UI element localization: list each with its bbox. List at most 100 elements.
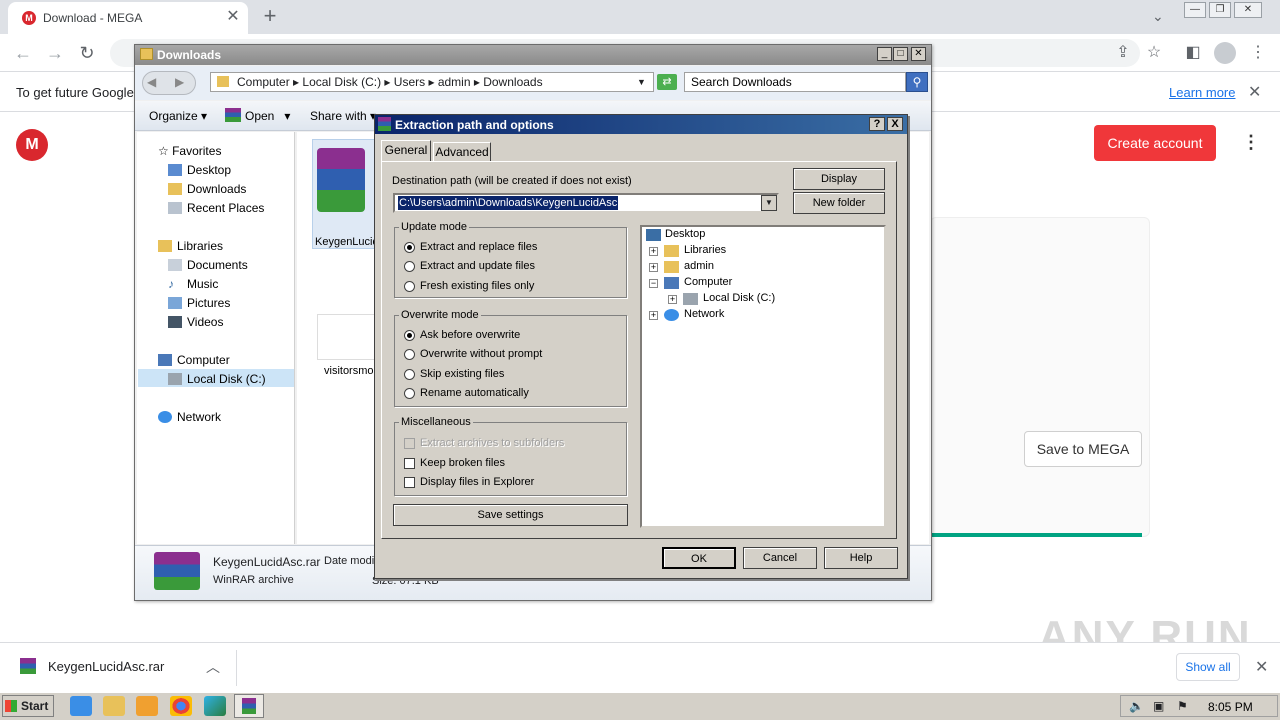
nav-desktop[interactable]: Desktop — [187, 163, 231, 177]
new-tab-button[interactable]: + — [259, 4, 281, 28]
nav-network[interactable]: Network — [177, 410, 221, 424]
tree-expand-icon[interactable]: + — [649, 247, 658, 256]
display-in-explorer-checkbox[interactable] — [404, 477, 415, 488]
tab-search-chevron-icon[interactable]: ⌄ — [1152, 8, 1164, 25]
nav-recent-places[interactable]: Recent Places — [187, 201, 264, 215]
breadcrumb-downloads[interactable]: Downloads — [483, 75, 542, 89]
file-name[interactable]: visitorsmo — [324, 365, 374, 377]
update-mode-option[interactable]: Extract and replace files — [420, 241, 537, 253]
volume-icon[interactable]: 🔈 — [1129, 699, 1144, 713]
nav-music[interactable]: Music — [187, 277, 218, 291]
bookmark-star-icon[interactable]: ☆ — [1143, 42, 1165, 64]
edge-icon[interactable] — [204, 696, 226, 716]
tree-expand-icon[interactable]: + — [649, 263, 658, 272]
profile-avatar-icon[interactable] — [1214, 42, 1236, 64]
explorer-search-input[interactable]: Search Downloads — [684, 72, 906, 92]
tab-close-icon[interactable]: ✕ — [224, 8, 242, 26]
shelf-close-icon[interactable]: ✕ — [1255, 657, 1268, 677]
media-player-icon[interactable] — [136, 696, 158, 716]
tree-item-local-disk[interactable]: Local Disk (C:) — [703, 292, 775, 304]
overwrite-mode-option[interactable]: Skip existing files — [420, 368, 504, 380]
side-panel-icon[interactable]: ◧ — [1182, 42, 1204, 64]
winrar-taskbar-button[interactable] — [234, 694, 264, 718]
nav-libraries[interactable]: Libraries — [177, 239, 223, 253]
update-mode-option[interactable]: Extract and update files — [420, 260, 535, 272]
flag-tray-icon[interactable]: ⚑ — [1177, 699, 1188, 713]
network-tray-icon[interactable]: ▣ — [1153, 699, 1164, 713]
new-folder-button[interactable]: New folder — [793, 192, 885, 214]
tree-expand-icon[interactable]: + — [668, 295, 677, 304]
nav-documents[interactable]: Documents — [187, 258, 248, 272]
nav-computer[interactable]: Computer — [177, 353, 230, 367]
keep-broken-files-checkbox[interactable] — [404, 458, 415, 469]
tree-item-desktop[interactable]: Desktop — [665, 228, 705, 240]
explorer-titlebar[interactable] — [135, 45, 931, 65]
overwrite-mode-option[interactable]: Ask before overwrite — [420, 329, 520, 341]
share-with-menu[interactable]: Share with ▾ — [310, 109, 376, 123]
internet-explorer-icon[interactable] — [70, 696, 92, 716]
dialog-close-button[interactable]: X — [887, 117, 903, 131]
tree-expand-icon[interactable]: + — [649, 311, 658, 320]
breadcrumb-local-disk[interactable]: Local Disk (C:) — [302, 75, 381, 89]
overwrite-mode-radio[interactable] — [404, 330, 415, 341]
forward-arrow-icon[interactable]: ▶ — [175, 75, 184, 89]
tree-collapse-icon[interactable]: − — [649, 279, 658, 288]
overwrite-mode-option[interactable]: Rename automatically — [420, 387, 529, 399]
explorer-minimize-button[interactable]: _ — [877, 47, 892, 61]
file-explorer-icon[interactable] — [103, 696, 125, 716]
dialog-help-button[interactable]: ? — [869, 117, 885, 131]
organize-menu[interactable]: Organize ▾ — [149, 109, 207, 123]
update-mode-option[interactable]: Fresh existing files only — [420, 280, 534, 292]
chrome-icon[interactable] — [170, 696, 192, 716]
breadcrumb-admin[interactable]: admin — [438, 75, 471, 89]
browser-minimize-button[interactable]: — — [1184, 2, 1206, 18]
address-dropdown-icon[interactable]: ▼ — [637, 73, 646, 91]
more-options-icon[interactable]: ⋮ — [1242, 132, 1260, 153]
mega-logo[interactable]: M — [16, 129, 48, 161]
overwrite-mode-radio[interactable] — [404, 388, 415, 399]
download-item-name[interactable]: KeygenLucidAsc.rar — [48, 659, 164, 674]
breadcrumb-computer[interactable]: Computer — [237, 75, 290, 89]
nav-videos[interactable]: Videos — [187, 315, 223, 329]
file-item-rar[interactable]: KeygenLucid — [312, 139, 379, 249]
chevron-up-icon[interactable]: ︿ — [206, 657, 220, 677]
search-icon[interactable]: ⚲ — [906, 72, 928, 92]
nav-favorites[interactable]: ☆ Favorites — [158, 144, 221, 158]
browser-restore-button[interactable]: ❐ — [1209, 2, 1231, 18]
tab-advanced[interactable]: Advanced — [433, 142, 491, 162]
explorer-address-bar[interactable]: Computer ▸ Local Disk (C:) ▸ Users ▸ adm… — [210, 72, 654, 92]
update-mode-radio[interactable] — [404, 242, 415, 253]
tree-item-admin[interactable]: admin — [684, 260, 714, 272]
update-mode-radio[interactable] — [404, 281, 415, 292]
browser-tab[interactable]: M Download - MEGA ✕ — [8, 2, 248, 34]
breadcrumb-users[interactable]: Users — [394, 75, 425, 89]
tab-general[interactable]: General — [381, 140, 431, 162]
browser-close-button[interactable]: ✕ — [1234, 2, 1262, 18]
back-arrow-icon[interactable]: ← — [12, 42, 34, 64]
save-to-mega-button[interactable]: Save to MEGA — [1024, 431, 1142, 467]
chrome-menu-icon[interactable]: ⋮ — [1247, 42, 1269, 64]
cancel-button[interactable]: Cancel — [743, 547, 817, 569]
back-forward-buttons[interactable]: ◀ ▶ — [142, 71, 196, 95]
tree-item-network[interactable]: Network — [684, 308, 724, 320]
tree-item-computer[interactable]: Computer — [684, 276, 732, 288]
explorer-maximize-button[interactable]: □ — [893, 47, 908, 61]
nav-local-disk[interactable]: Local Disk (C:) — [187, 372, 266, 386]
update-mode-radio[interactable] — [404, 261, 415, 272]
explorer-close-button[interactable]: ✕ — [911, 47, 926, 61]
display-button[interactable]: Display — [793, 168, 885, 190]
infobar-close-icon[interactable]: ✕ — [1248, 82, 1261, 102]
nav-pictures[interactable]: Pictures — [187, 296, 230, 310]
path-dropdown-icon[interactable]: ▼ — [761, 195, 777, 211]
ok-button[interactable]: OK — [662, 547, 736, 569]
forward-arrow-icon[interactable]: → — [44, 42, 66, 64]
open-menu[interactable]: Open ▾ — [245, 109, 290, 123]
back-arrow-icon[interactable]: ◀ — [147, 75, 156, 89]
keep-broken-files-label[interactable]: Keep broken files — [420, 457, 505, 469]
help-button[interactable]: Help — [824, 547, 898, 569]
tree-item-libraries[interactable]: Libraries — [684, 244, 726, 256]
overwrite-mode-option[interactable]: Overwrite without prompt — [420, 348, 542, 360]
refresh-icon[interactable]: ⇄ — [657, 74, 677, 90]
overwrite-mode-radio[interactable] — [404, 349, 415, 360]
save-settings-button[interactable]: Save settings — [393, 504, 628, 526]
